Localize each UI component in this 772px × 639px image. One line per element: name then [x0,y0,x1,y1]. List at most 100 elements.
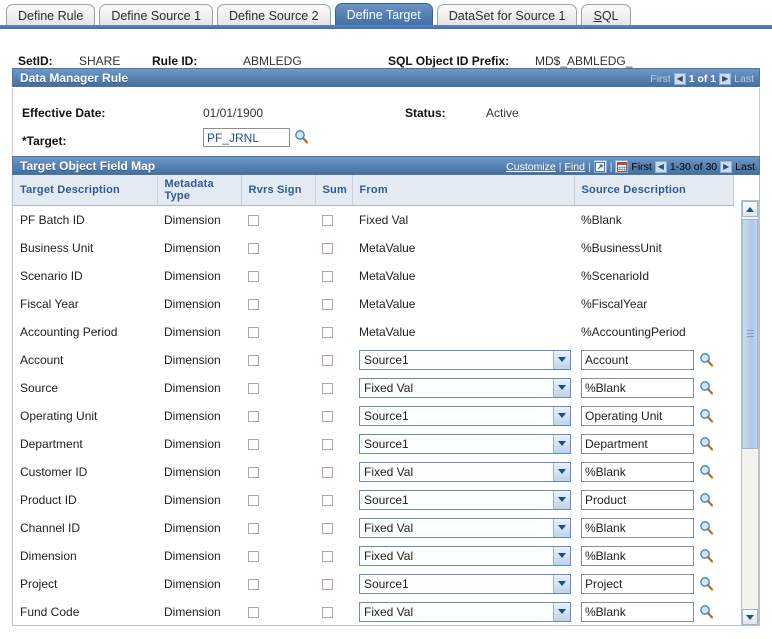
tab-define-source-2[interactable]: Define Source 2 [216,4,331,26]
source-description-input[interactable] [581,377,694,398]
table-row: Business Unit Dimension MetaValue %Business… [13,233,733,262]
sum-checkbox[interactable] [322,466,333,478]
tab-define-source-1[interactable]: Define Source 1 [99,4,213,26]
chevron-down-icon[interactable] [553,434,570,453]
source-lookup-magnifier-icon[interactable] [699,464,714,479]
rvrs-sign-checkbox[interactable] [248,214,259,226]
grid-vertical-scrollbar[interactable] [741,200,759,626]
rvrs-sign-checkbox[interactable] [248,410,259,422]
rvrs-sign-checkbox[interactable] [248,242,259,254]
chevron-down-icon[interactable] [553,350,570,369]
cell-target-description: Channel ID [13,513,157,542]
grid-nav-prev-icon[interactable]: ◀ [654,160,667,173]
rvrs-sign-checkbox[interactable] [248,326,259,338]
source-description-input[interactable] [581,349,694,370]
view-all-icon[interactable] [593,160,607,173]
rvrs-sign-checkbox[interactable] [248,494,259,506]
from-select[interactable]: Source1 [359,405,571,426]
download-grid-icon[interactable] [615,160,629,173]
chevron-down-icon[interactable] [553,574,570,593]
from-select[interactable]: Fixed Val [359,545,571,566]
chevron-down-icon[interactable] [553,490,570,509]
tab-dataset-for-source-1[interactable]: DataSet for Source 1 [436,4,578,26]
source-lookup-magnifier-icon[interactable] [699,604,714,619]
source-description-input[interactable] [581,433,694,454]
chevron-down-icon[interactable] [553,378,570,397]
rvrs-sign-checkbox[interactable] [248,298,259,310]
sum-checkbox[interactable] [322,550,333,562]
from-select[interactable]: Source1 [359,433,571,454]
sum-checkbox[interactable] [322,298,333,310]
from-select[interactable]: Fixed Val [359,601,571,622]
nav-next-icon[interactable]: ▶ [719,72,732,85]
sum-checkbox[interactable] [322,606,333,618]
from-select[interactable]: Fixed Val [359,377,571,398]
source-lookup-magnifier-icon[interactable] [699,408,714,423]
from-select[interactable]: Source1 [359,573,571,594]
rvrs-sign-checkbox[interactable] [248,578,259,590]
tab-define-rule[interactable]: Define Rule [6,4,96,26]
rvrs-sign-checkbox[interactable] [248,606,259,618]
grid-nav-last-label[interactable]: Last [735,161,755,173]
from-select[interactable]: Source1 [359,489,571,510]
grid-nav-next-icon[interactable]: ▶ [720,160,733,173]
source-lookup-magnifier-icon[interactable] [699,352,714,367]
scroll-down-icon[interactable] [742,609,758,625]
grid-nav-first-label[interactable]: First [631,161,651,173]
source-lookup-magnifier-icon[interactable] [699,492,714,507]
sum-checkbox[interactable] [322,494,333,506]
chevron-down-icon[interactable] [553,602,570,621]
sum-checkbox[interactable] [322,242,333,254]
rvrs-sign-checkbox[interactable] [248,438,259,450]
source-lookup-magnifier-icon[interactable] [699,520,714,535]
nav-first-label[interactable]: First [650,73,670,85]
sum-checkbox[interactable] [322,578,333,590]
sum-checkbox[interactable] [322,270,333,282]
source-lookup-magnifier-icon[interactable] [699,576,714,591]
sum-checkbox[interactable] [322,354,333,366]
chevron-down-icon[interactable] [553,546,570,565]
source-description-input[interactable] [581,601,694,622]
nav-prev-icon[interactable]: ◀ [673,72,686,85]
chevron-down-icon[interactable] [553,518,570,537]
source-description-input[interactable] [581,489,694,510]
source-lookup-magnifier-icon[interactable] [699,436,714,451]
rvrs-sign-checkbox[interactable] [248,382,259,394]
scroll-up-icon[interactable] [742,201,758,217]
chevron-down-icon[interactable] [553,462,570,481]
sum-checkbox[interactable] [322,214,333,226]
rvrs-sign-checkbox[interactable] [248,270,259,282]
tab-define-target[interactable]: Define Target [334,3,433,26]
sum-checkbox[interactable] [322,382,333,394]
field-map-table: Target Description Metadata Type Rvrs Sign… [13,175,734,625]
source-description-input[interactable] [581,573,694,594]
from-select[interactable]: Source1 [359,349,571,370]
sum-checkbox[interactable] [322,438,333,450]
cell-sum [315,345,352,374]
cell-rvrs-sign [241,485,315,514]
chevron-down-icon[interactable] [553,406,570,425]
from-select[interactable]: Fixed Val [359,517,571,538]
source-lookup-magnifier-icon[interactable] [699,548,714,563]
sum-checkbox[interactable] [322,326,333,338]
nav-last-label[interactable]: Last [734,73,754,85]
scroll-thumb[interactable] [742,219,758,449]
find-link[interactable]: Find [565,161,585,173]
target-lookup-magnifier-icon[interactable] [294,129,309,144]
tab-sql[interactable]: SQL [581,4,631,26]
target-input[interactable] [203,128,290,147]
rvrs-sign-checkbox[interactable] [248,466,259,478]
sum-checkbox[interactable] [322,410,333,422]
from-select[interactable]: Fixed Val [359,461,571,482]
customize-link[interactable]: Customize [506,161,556,173]
source-lookup-magnifier-icon[interactable] [699,380,714,395]
sum-checkbox[interactable] [322,522,333,534]
cell-sum [315,485,352,514]
source-description-input[interactable] [581,545,694,566]
source-description-input[interactable] [581,461,694,482]
rvrs-sign-checkbox[interactable] [248,354,259,366]
source-description-input[interactable] [581,517,694,538]
rvrs-sign-checkbox[interactable] [248,522,259,534]
rvrs-sign-checkbox[interactable] [248,550,259,562]
source-description-input[interactable] [581,405,694,426]
